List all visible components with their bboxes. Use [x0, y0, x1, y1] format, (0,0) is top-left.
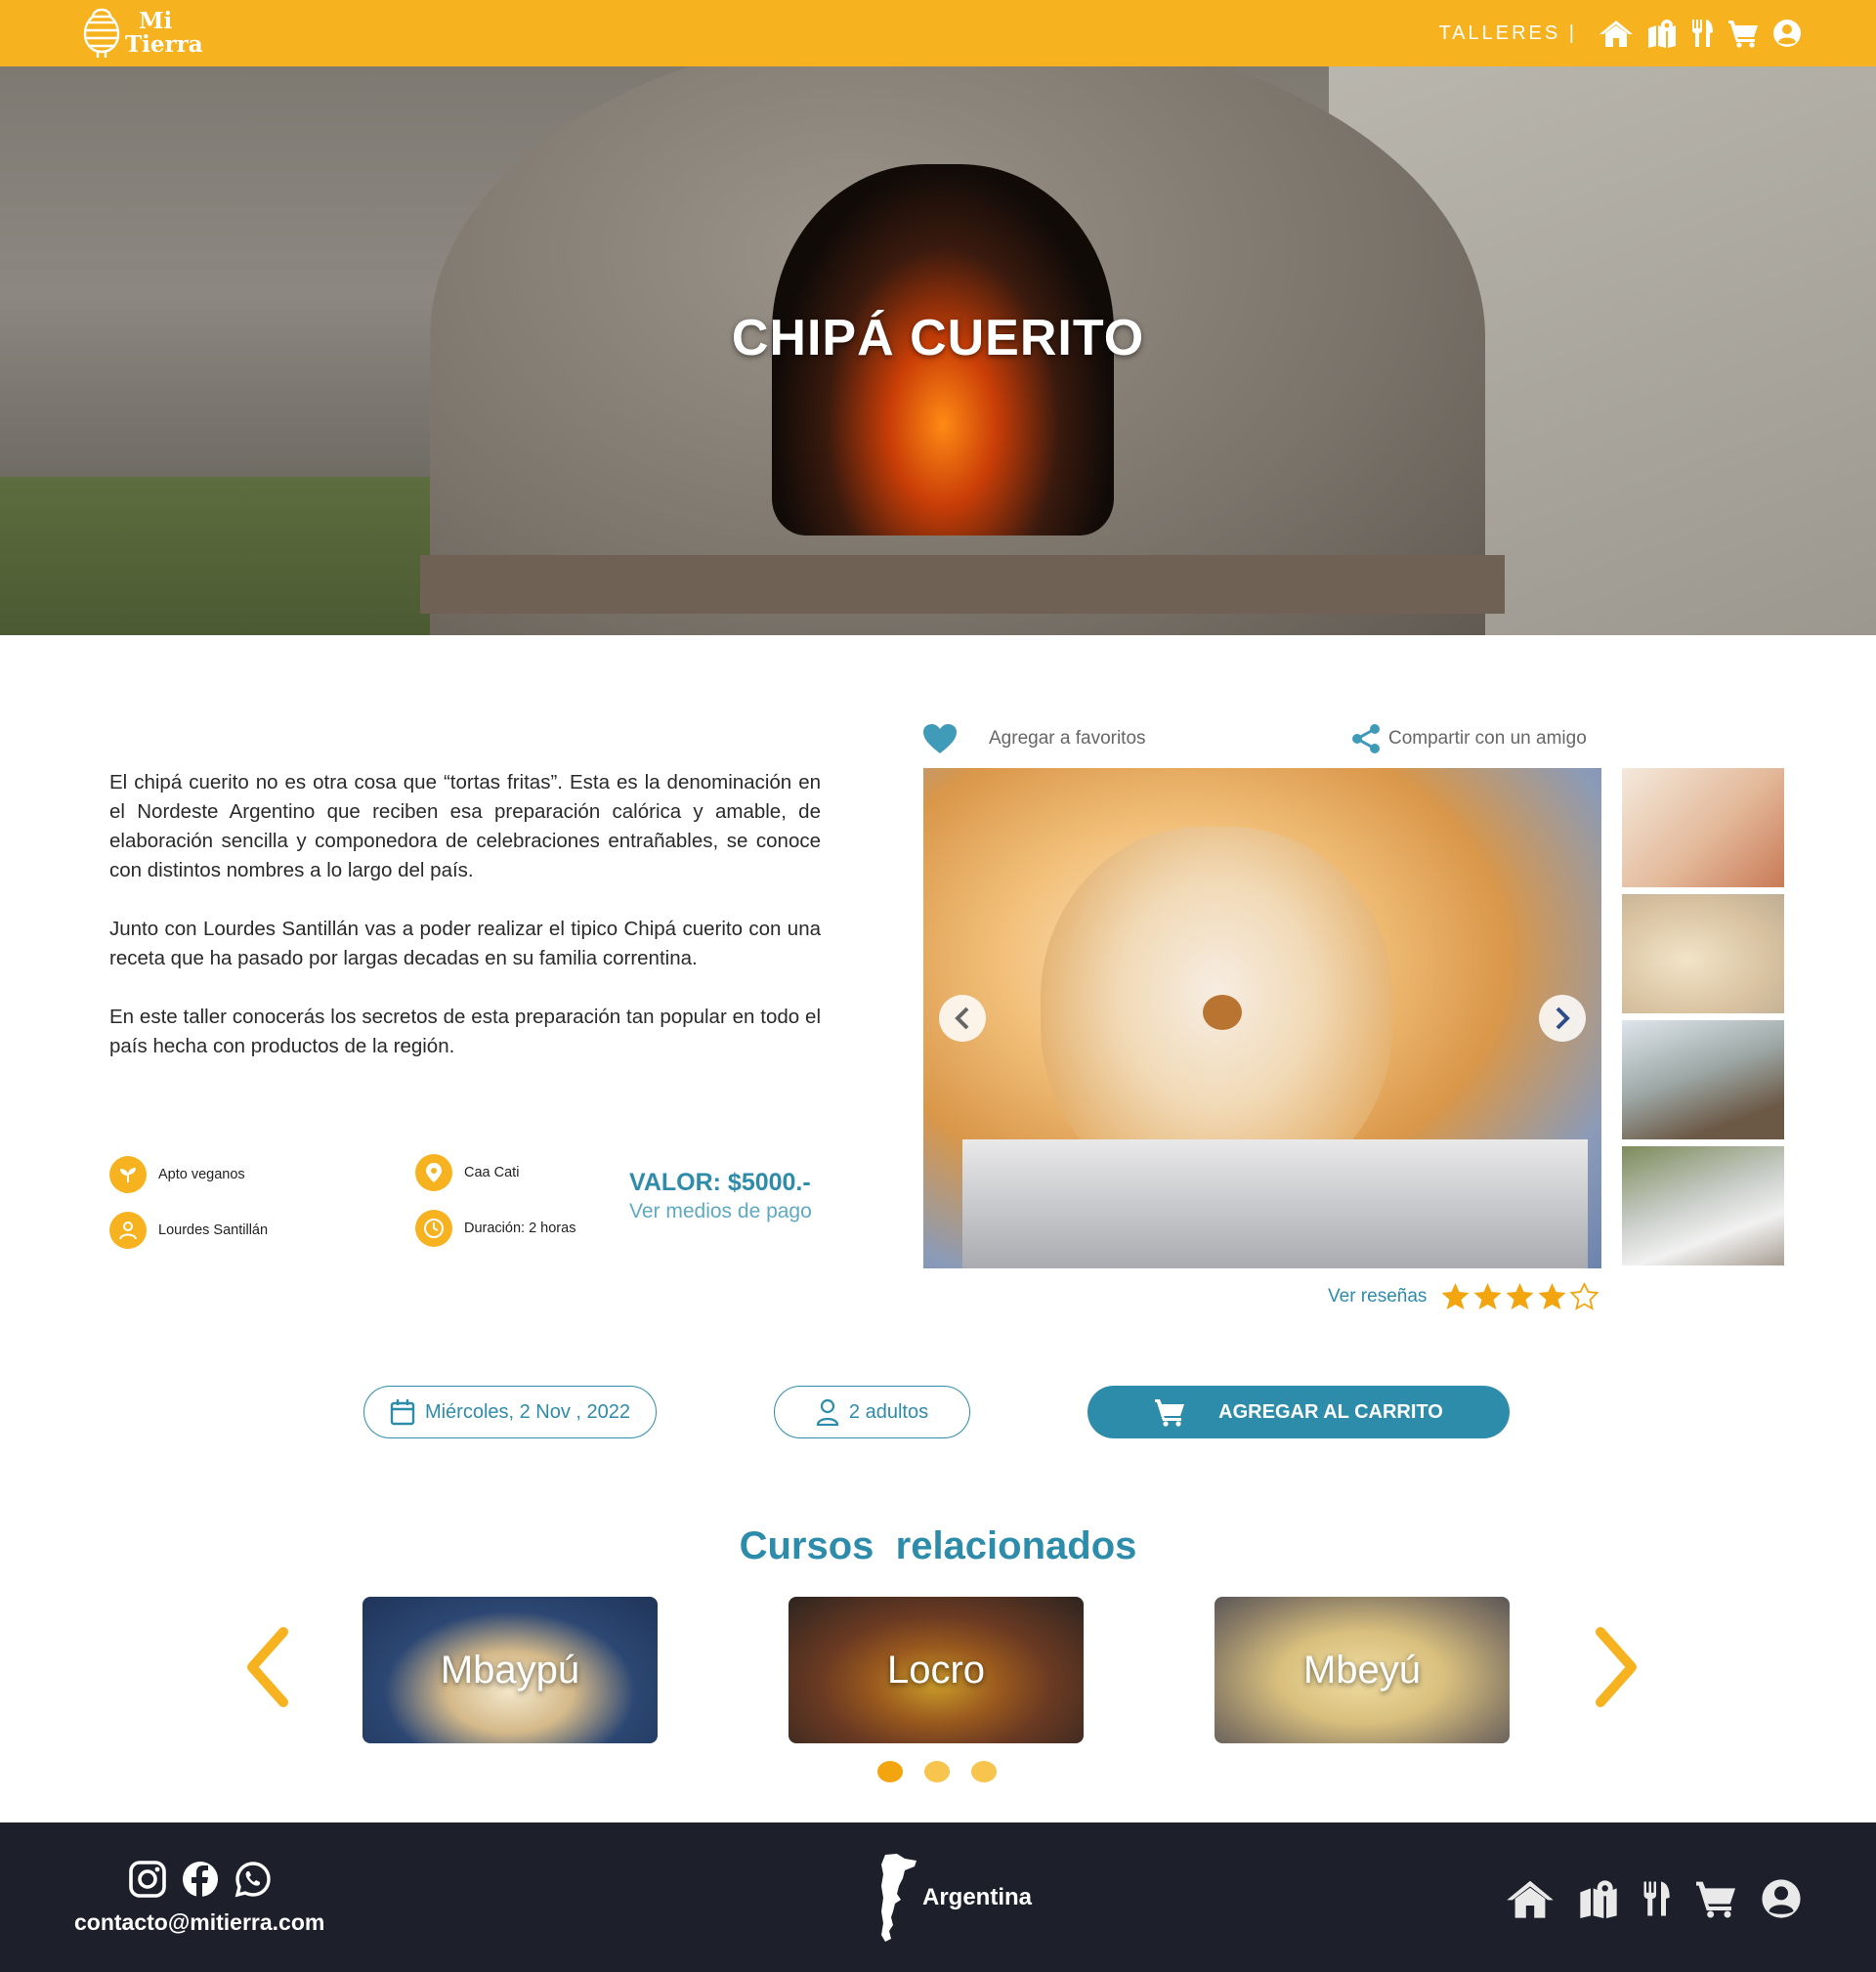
- info-teacher: Lourdes Santillán: [109, 1212, 268, 1249]
- info-vegan: Apto veganos: [109, 1156, 245, 1193]
- chevron-right-icon: [1556, 1007, 1570, 1030]
- gallery-next-button[interactable]: [1539, 995, 1586, 1042]
- add-to-cart-label: AGREGAR AL CARRITO: [1218, 1400, 1443, 1423]
- info-teacher-label: Lourdes Santillán: [158, 1222, 269, 1238]
- carousel-pagination: [877, 1761, 997, 1782]
- hero-oven-base: [420, 555, 1505, 614]
- gallery-main-image: [923, 768, 1601, 1268]
- hero-banner: CHIPÁ CUERITO: [0, 66, 1876, 635]
- map-icon[interactable]: [1579, 1879, 1618, 1918]
- date-picker[interactable]: Miércoles, 2 Nov , 2022: [363, 1386, 657, 1438]
- whatsapp-icon[interactable]: [234, 1861, 272, 1898]
- brand-logo[interactable]: Mi Tierra: [82, 4, 203, 63]
- related-card-title: Locro: [886, 1648, 986, 1692]
- location-pin-icon: [415, 1154, 452, 1191]
- calendar-icon: [390, 1399, 415, 1426]
- related-card-3[interactable]: Mbeyú: [1215, 1597, 1510, 1743]
- argentina-map-icon: [881, 1854, 917, 1942]
- reviews-link[interactable]: Ver reseñas: [1328, 1286, 1427, 1308]
- person-icon: [816, 1398, 839, 1426]
- utensils-icon[interactable]: [1642, 1879, 1671, 1918]
- user-icon[interactable]: [1772, 19, 1802, 48]
- description-paragraph-3: En este taller conocerás los secretos de…: [109, 1006, 821, 1057]
- country-link[interactable]: Argentina: [875, 1853, 1032, 1943]
- reviews-row: Ver reseñas: [1328, 1282, 1599, 1311]
- related-courses-title: Cursos relacionados: [739, 1524, 1137, 1567]
- social-links: [129, 1861, 272, 1898]
- facebook-icon[interactable]: [182, 1861, 219, 1898]
- info-vegan-label: Apto veganos: [158, 1167, 245, 1182]
- star-filled-icon: [1538, 1283, 1566, 1309]
- image-fried-bread-hole: [1203, 995, 1242, 1030]
- carousel-dot-1[interactable]: [877, 1761, 903, 1782]
- related-next-button[interactable]: [1593, 1626, 1642, 1708]
- carousel-dot-3[interactable]: [971, 1761, 997, 1782]
- price: VALOR: $5000.-: [629, 1169, 811, 1196]
- star-filled-icon: [1506, 1283, 1534, 1309]
- cart-icon[interactable]: [1727, 19, 1759, 48]
- heart-icon: [923, 724, 957, 753]
- rating-stars: [1440, 1282, 1599, 1311]
- star-filled-icon: [1441, 1283, 1470, 1309]
- related-prev-button[interactable]: [242, 1626, 291, 1708]
- related-card-title: Mbeyú: [1302, 1648, 1422, 1692]
- add-favorite-button[interactable]: Agregar a favoritos: [922, 723, 1146, 754]
- home-icon[interactable]: [1599, 19, 1634, 48]
- chevron-left-icon: [955, 1007, 969, 1030]
- info-location-label: Caa Cati: [464, 1165, 520, 1180]
- add-favorite-label: Agregar a favoritos: [989, 728, 1146, 749]
- leaf-icon: [109, 1156, 147, 1193]
- add-to-cart-button[interactable]: AGREGAR AL CARRITO: [1087, 1386, 1510, 1438]
- nav-talleres-link[interactable]: TALLERES |: [1438, 22, 1577, 45]
- workshop-description: El chipá cuerito no es otra cosa que “to…: [109, 768, 821, 1091]
- gallery-thumbnail-2[interactable]: [1622, 894, 1784, 1013]
- cart-icon[interactable]: [1694, 1879, 1737, 1918]
- share-icon: [1352, 724, 1380, 753]
- contact-email[interactable]: contacto@mitierra.com: [74, 1909, 324, 1936]
- person-icon: [109, 1212, 147, 1249]
- top-bar: Mi Tierra TALLERES |: [0, 0, 1876, 66]
- description-paragraph-2: Junto con Lourdes Santillán vas a poder …: [109, 918, 821, 969]
- instagram-icon[interactable]: [129, 1861, 166, 1898]
- gallery-thumbnail-4[interactable]: [1622, 1146, 1784, 1265]
- gallery-thumbnail-3[interactable]: [1622, 1020, 1784, 1139]
- payment-methods-link[interactable]: Ver medios de pago: [629, 1200, 812, 1223]
- page: Mi Tierra TALLERES | CHIPÁ CUERITO El ch…: [0, 0, 1876, 1972]
- brand-name: Mi Tierra: [125, 10, 203, 57]
- info-location: Caa Cati: [415, 1154, 519, 1191]
- brand-line-1: Mi: [139, 8, 173, 34]
- footer-nav: [1505, 1878, 1802, 1919]
- top-nav: TALLERES |: [1438, 0, 1802, 66]
- user-icon[interactable]: [1761, 1878, 1802, 1919]
- utensils-icon[interactable]: [1690, 19, 1714, 48]
- clock-icon: [415, 1210, 452, 1247]
- image-metal-tray: [962, 1139, 1588, 1268]
- related-card-2[interactable]: Locro: [789, 1597, 1084, 1743]
- map-icon[interactable]: [1647, 19, 1677, 48]
- home-icon[interactable]: [1505, 1878, 1556, 1919]
- info-duration-label: Duración: 2 horas: [464, 1221, 576, 1236]
- brand-line-2: Tierra: [125, 31, 203, 58]
- cart-icon: [1155, 1399, 1185, 1427]
- date-value: Miércoles, 2 Nov , 2022: [424, 1400, 631, 1423]
- related-card-title: Mbaypú: [440, 1648, 580, 1692]
- related-card-1[interactable]: Mbaypú: [362, 1597, 658, 1743]
- info-duration: Duración: 2 horas: [415, 1210, 576, 1247]
- guests-selector[interactable]: 2 adultos: [774, 1386, 970, 1438]
- star-empty-icon: [1569, 1282, 1599, 1310]
- carousel-dot-2[interactable]: [924, 1761, 950, 1782]
- star-filled-icon: [1473, 1283, 1502, 1309]
- page-title: CHIPÁ CUERITO: [731, 310, 1145, 366]
- share-label: Compartir con un amigo: [1388, 728, 1587, 749]
- share-button[interactable]: Compartir con un amigo: [1351, 723, 1587, 754]
- gallery-prev-button[interactable]: [939, 995, 986, 1042]
- gallery-thumbnail-1[interactable]: [1622, 768, 1784, 887]
- beehive-logo-icon: [83, 8, 120, 58]
- guests-value: 2 adultos: [848, 1400, 929, 1423]
- description-paragraph-1: El chipá cuerito no es otra cosa que “to…: [109, 771, 821, 881]
- country-label: Argentina: [922, 1884, 1033, 1910]
